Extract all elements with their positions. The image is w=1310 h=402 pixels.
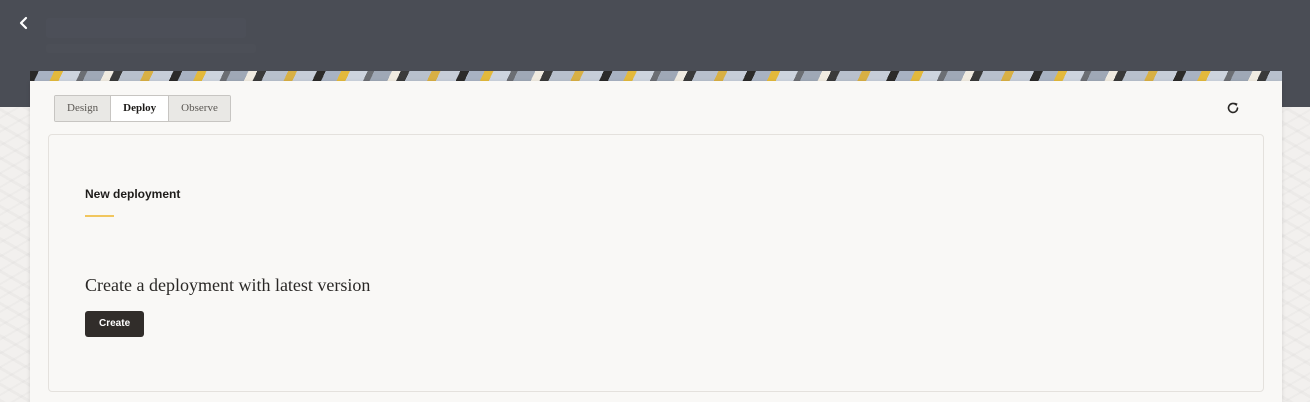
- tab-observe[interactable]: Observe: [169, 96, 230, 121]
- page-subtitle-placeholder: [46, 44, 256, 53]
- decorative-banner: [30, 71, 1282, 81]
- view-tabs: Design Deploy Observe: [54, 95, 231, 122]
- page-title-placeholder: [46, 18, 246, 38]
- tab-design[interactable]: Design: [55, 96, 112, 121]
- deployment-panel: New deployment Create a deployment with …: [48, 134, 1264, 392]
- section-title: New deployment: [85, 187, 181, 201]
- refresh-icon: [1227, 102, 1239, 114]
- back-button[interactable]: [14, 13, 34, 33]
- tab-deploy[interactable]: Deploy: [111, 96, 170, 121]
- title-accent-bar: [85, 215, 114, 217]
- main-card: Design Deploy Observe New deployment Cre…: [30, 81, 1282, 402]
- chevron-left-icon: [19, 16, 28, 30]
- deployment-heading: Create a deployment with latest version: [85, 275, 371, 295]
- refresh-button[interactable]: [1225, 100, 1241, 116]
- create-button[interactable]: Create: [85, 311, 145, 337]
